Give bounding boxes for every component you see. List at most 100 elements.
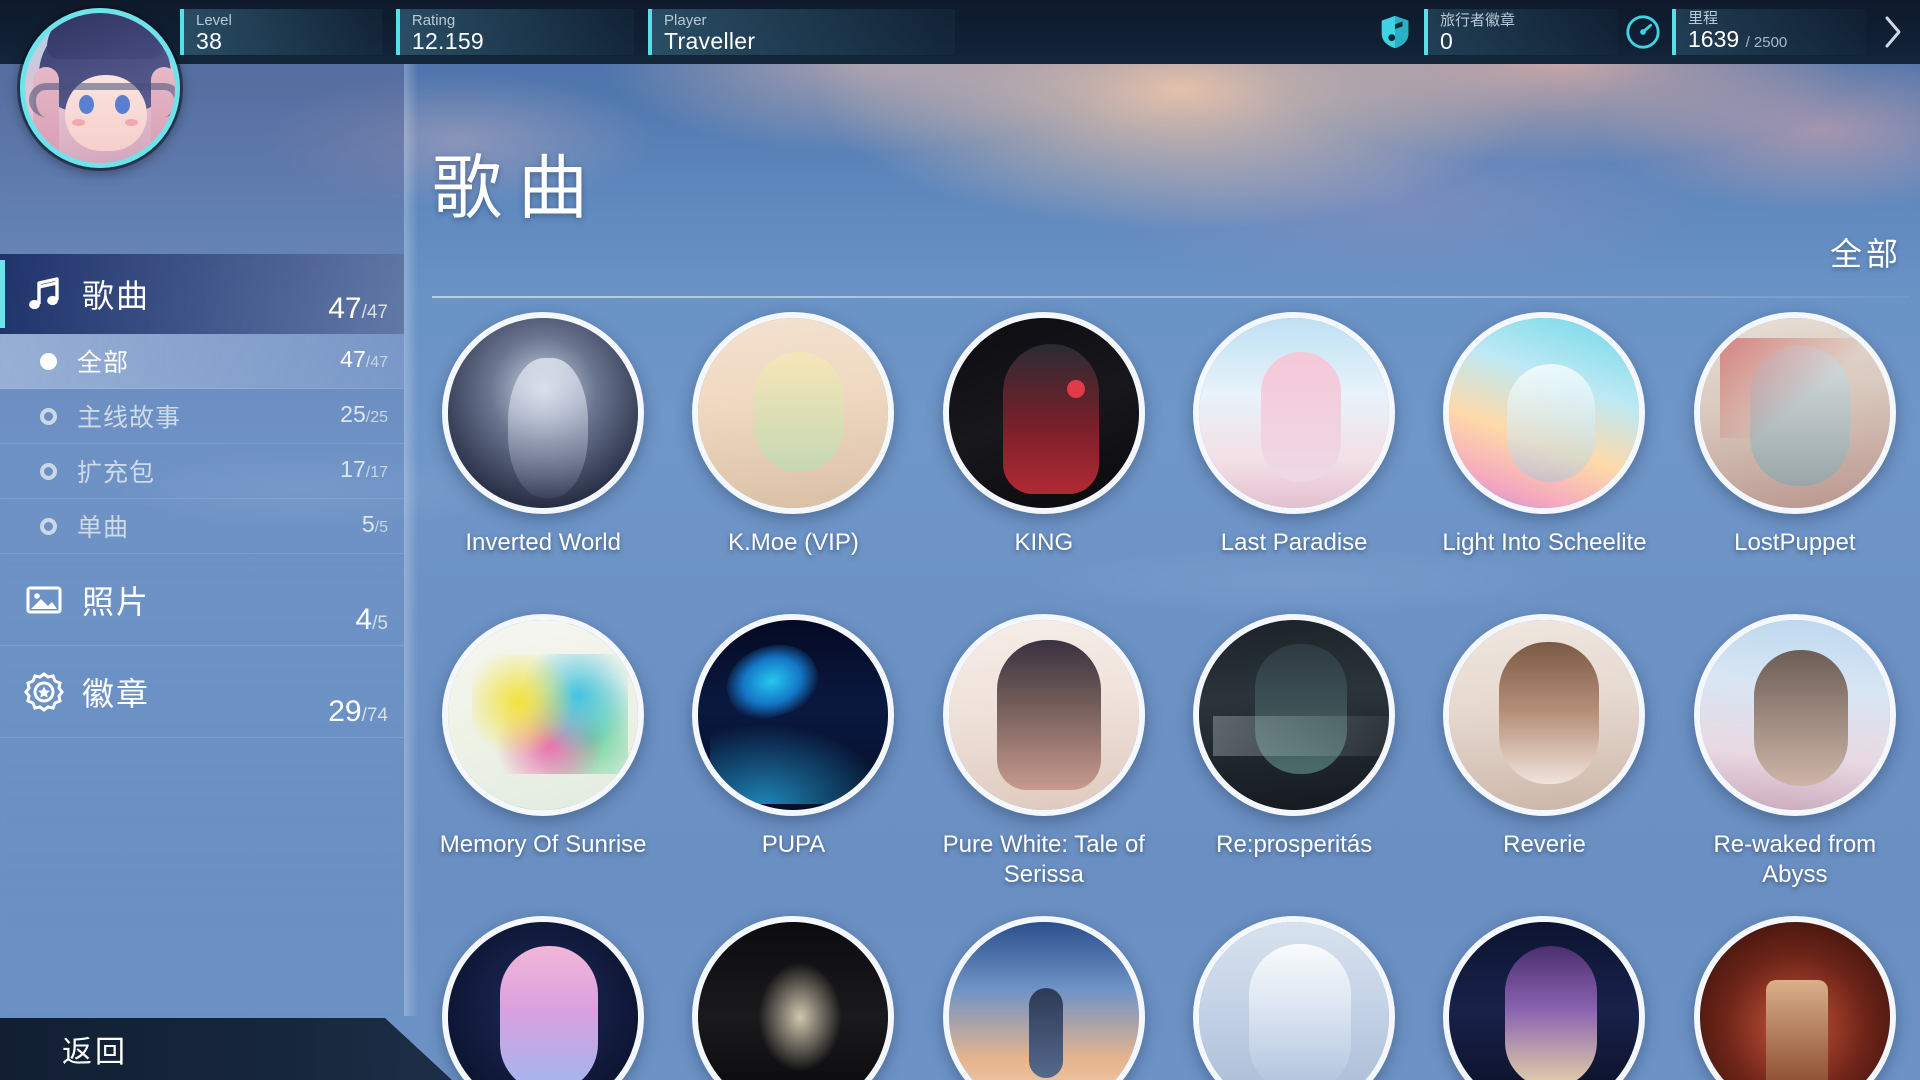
song-cover[interactable]: [1443, 614, 1646, 816]
album-art: [1699, 620, 1890, 810]
album-art: [1449, 620, 1640, 810]
expand-panel-button[interactable]: [1866, 0, 1920, 64]
song-cover[interactable]: [1193, 312, 1396, 514]
currency-group: 旅行者徽章 0 里程 1639 / 2500: [1376, 0, 1920, 64]
song-cover[interactable]: [1193, 614, 1396, 816]
song-card[interactable]: LostPuppet: [1670, 312, 1920, 614]
song-cover[interactable]: [1193, 916, 1396, 1080]
song-card[interactable]: Inverted World: [418, 312, 668, 614]
song-cover[interactable]: [442, 916, 645, 1080]
song-title: LostPuppet: [1734, 529, 1856, 556]
song-card[interactable]: Re-waked from Abyss: [1670, 614, 1920, 916]
sidebar-expansion-count: 17/17: [340, 456, 388, 482]
album-art: [698, 922, 889, 1080]
song-cover[interactable]: [942, 614, 1145, 816]
song-card[interactable]: PUPA: [668, 614, 918, 916]
navigation-sidebar: 歌曲 47/47 全部 47/47 主线故事 25/25 扩充包 17/17 单…: [0, 64, 404, 1016]
music-note-icon: [22, 272, 66, 316]
filter-label[interactable]: 全部: [1830, 229, 1902, 275]
song-card[interactable]: [668, 916, 918, 1080]
song-card[interactable]: Last Paradise: [1169, 312, 1419, 614]
song-card[interactable]: Reverie: [1419, 614, 1669, 916]
sidebar-item-single[interactable]: 单曲 5/5: [0, 499, 404, 554]
mileage-max: / 2500: [1745, 33, 1788, 51]
song-cover[interactable]: [692, 312, 895, 514]
back-button-label: 返回: [62, 1036, 128, 1069]
song-cover[interactable]: [1693, 916, 1896, 1080]
avatar-headphones: [29, 83, 175, 117]
mileage-gauge-icon: [1626, 15, 1660, 49]
song-title: Reverie: [1503, 831, 1586, 858]
song-cover[interactable]: [442, 614, 645, 816]
song-cover[interactable]: [1443, 312, 1646, 514]
song-title: K.Moe (VIP): [728, 529, 859, 556]
album-art: [948, 318, 1139, 508]
stat-player-label: Player: [664, 11, 707, 29]
album-art: [1699, 318, 1890, 508]
stat-rating-label: Rating: [411, 11, 456, 29]
song-cover[interactable]: [942, 312, 1145, 514]
sidebar-item-badges[interactable]: 徽章 29/74: [0, 646, 404, 738]
sidebar-item-songs[interactable]: 歌曲 47/47: [0, 254, 404, 334]
sidebar-single-label: 单曲: [77, 514, 130, 542]
back-button[interactable]: 返回: [0, 1018, 452, 1080]
song-cover[interactable]: [1693, 312, 1896, 514]
song-card[interactable]: [1670, 916, 1920, 1080]
song-card[interactable]: K.Moe (VIP): [668, 312, 918, 614]
album-art: [698, 318, 889, 508]
sidebar-all-count: 47/47: [340, 346, 388, 372]
stat-level-label: Level: [196, 11, 232, 29]
song-title: Memory Of Sunrise: [439, 831, 647, 858]
song-cover[interactable]: [1693, 614, 1896, 816]
song-cover[interactable]: [692, 614, 895, 816]
album-art: [1699, 922, 1890, 1080]
song-card[interactable]: Memory Of Sunrise: [418, 614, 668, 916]
mileage-value: 1639: [1688, 25, 1740, 52]
stat-level-value: 38: [196, 27, 223, 54]
sidebar-badges-label: 徽章: [82, 675, 151, 712]
chevron-right-icon: [1885, 16, 1901, 48]
album-art: [948, 922, 1139, 1080]
song-title: Pure White: Tale of Serissa: [942, 831, 1145, 888]
song-title: Re:prosperitás: [1216, 831, 1373, 858]
song-card[interactable]: Pure White: Tale of Serissa: [919, 614, 1169, 916]
bullet-hollow-icon: [40, 462, 57, 480]
album-art: [448, 620, 639, 810]
song-cover[interactable]: [1443, 916, 1646, 1080]
song-card[interactable]: [1169, 916, 1419, 1080]
traveller-badge-label: 旅行者徽章: [1440, 11, 1516, 29]
sidebar-edge-highlight: [404, 64, 418, 1016]
traveller-badge-stat[interactable]: 旅行者徽章 0: [1376, 9, 1618, 55]
song-card[interactable]: Re:prosperitás: [1169, 614, 1419, 916]
song-title: Last Paradise: [1220, 529, 1368, 556]
sidebar-item-expansion[interactable]: 扩充包 17/17: [0, 444, 404, 499]
avatar-blush-right: [125, 119, 138, 126]
mileage-label: 里程: [1688, 9, 1719, 27]
sidebar-main-story-count: 25/25: [340, 401, 388, 427]
album-art: [448, 922, 639, 1080]
song-cover[interactable]: [442, 312, 645, 514]
sidebar-songs-count: 47/47: [328, 292, 388, 325]
active-accent-bar: [0, 260, 5, 328]
song-cover[interactable]: [692, 916, 895, 1080]
badge-icon: [22, 670, 66, 714]
sidebar-item-main-story[interactable]: 主线故事 25/25: [0, 389, 404, 444]
header-divider: [432, 296, 1910, 298]
album-art: [698, 620, 889, 810]
song-card[interactable]: [1419, 916, 1669, 1080]
mileage-stat[interactable]: 里程 1639 / 2500: [1624, 9, 1866, 55]
sidebar-badges-count: 29/74: [328, 695, 388, 728]
song-title: PUPA: [761, 831, 826, 858]
traveller-badge-icon: [1381, 15, 1409, 49]
song-card[interactable]: KING: [919, 312, 1169, 614]
sidebar-item-all[interactable]: 全部 47/47: [0, 334, 404, 389]
song-card[interactable]: Light Into Scheelite: [1419, 312, 1669, 614]
song-card[interactable]: [919, 916, 1169, 1080]
sidebar-item-photos[interactable]: 照片 4/5: [0, 554, 404, 646]
avatar-blush-left: [72, 119, 85, 126]
song-cover[interactable]: [942, 916, 1145, 1080]
player-avatar[interactable]: [20, 8, 180, 168]
song-card[interactable]: [418, 916, 668, 1080]
album-art: [1449, 318, 1640, 508]
album-art: [948, 620, 1139, 810]
